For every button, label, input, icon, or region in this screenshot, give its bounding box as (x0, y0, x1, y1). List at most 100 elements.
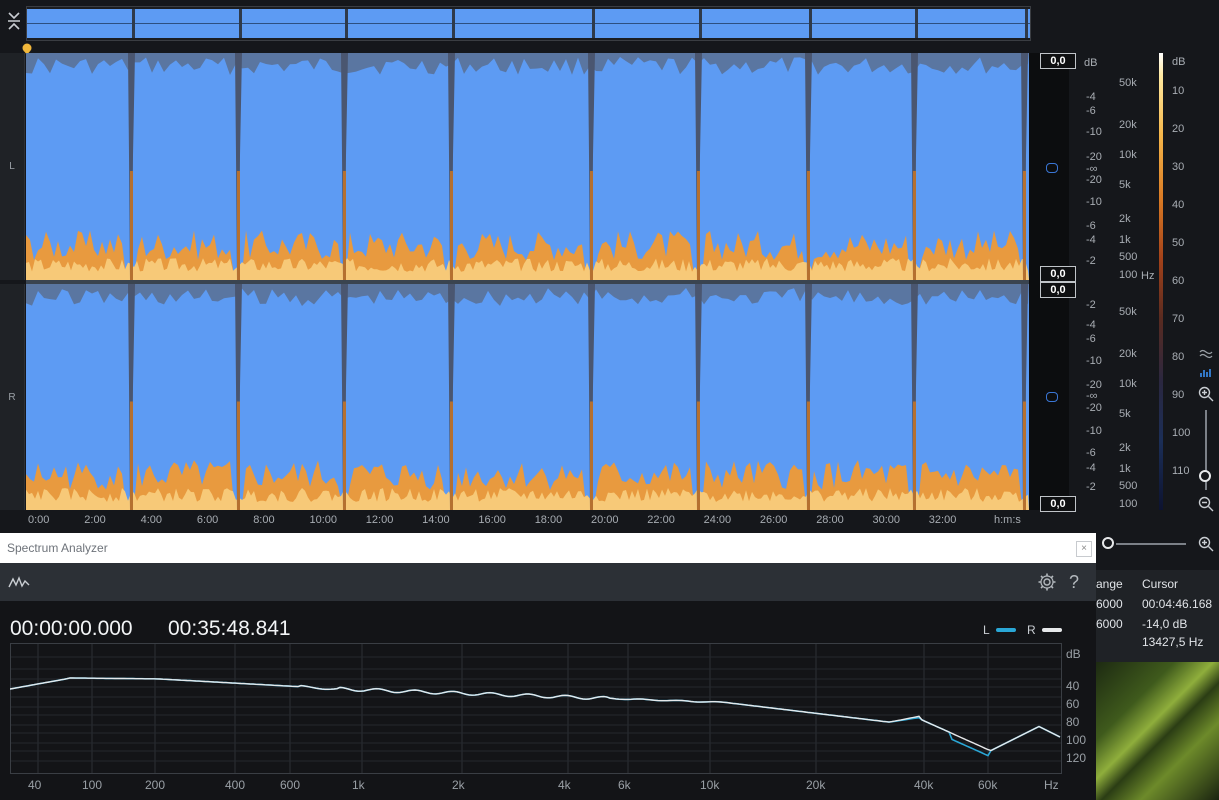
timeline-ruler[interactable]: 0:00 2:00 4:00 6:00 8:00 10:00 12:00 14:00 16:00… (26, 512, 1029, 530)
overview-gap (239, 9, 242, 38)
amp-tick: -10 (1086, 355, 1102, 367)
freq-tick: 50k (1119, 306, 1137, 318)
close-icon[interactable]: × (1076, 541, 1092, 557)
x-tick: Hz (1044, 778, 1059, 792)
freq-unit: Hz (1141, 270, 1155, 282)
x-tick: 2k (452, 778, 465, 792)
freq-tick: 500 (1119, 251, 1138, 263)
amp-tick: -4 (1086, 319, 1096, 331)
amp-tick: -4 (1086, 462, 1096, 474)
range-header: ange (1096, 577, 1123, 591)
spectrum-mode-icon[interactable] (8, 575, 30, 589)
overview-gap (592, 9, 595, 38)
spectrum-analyzer-toolbar: ? (0, 563, 1096, 601)
collapse-icon[interactable] (6, 10, 22, 32)
horizontal-zoom-slider[interactable] (1116, 543, 1186, 545)
colorbar-tick: 60 (1172, 275, 1185, 287)
spectrogram-left-channel[interactable] (26, 53, 1029, 280)
vertical-zoom-handle[interactable] (1199, 470, 1211, 482)
amp-tick: -20 (1086, 151, 1102, 163)
colorbar-tick: 90 (1172, 389, 1185, 401)
colorbar (1159, 53, 1163, 510)
amp-tick: -2 (1086, 299, 1096, 311)
amp-tick: -4 (1086, 234, 1096, 246)
spectrogram-transient-energy (590, 171, 593, 280)
colorbar-tick: 10 (1172, 85, 1185, 97)
spectrogram-transient-energy (697, 401, 700, 510)
timeline-tick: 4:00 (140, 514, 163, 526)
timeline-tick: 10:00 (309, 514, 338, 526)
y-tick: 120 (1066, 751, 1087, 765)
amp-tick: -6 (1086, 220, 1096, 232)
freq-tick: 5k (1119, 179, 1131, 191)
overview-waveform[interactable] (26, 6, 1031, 41)
x-tick: 60k (978, 778, 998, 792)
timeline-tick: 12:00 (365, 514, 394, 526)
amp-tick: -10 (1086, 425, 1102, 437)
timeline-tick: 24:00 (703, 514, 732, 526)
spectrum-analyzer-titlebar[interactable]: Spectrum Analyzer × (0, 533, 1096, 563)
db-readout-right-top: 0,0 (1040, 282, 1076, 298)
overview-gap (915, 9, 918, 38)
info-panel: ange Cursor 6000 6000 00:04:46.168 -14,0… (1096, 570, 1219, 662)
background-photo (1096, 662, 1219, 800)
range-value-2: 6000 (1096, 617, 1123, 631)
spectrogram-right-channel[interactable] (26, 284, 1029, 510)
horizontal-zoom-in-icon[interactable] (1198, 536, 1214, 552)
timeline-tick: 22:00 (647, 514, 675, 526)
freq-tick: 1k (1119, 463, 1131, 475)
amp-tick: -20 (1086, 402, 1102, 414)
amp-tick: -6 (1086, 105, 1096, 117)
spectrogram-top-fringe (26, 284, 1029, 306)
amp-tick: -∞ (1086, 390, 1098, 402)
colorbar-tick: 20 (1172, 123, 1185, 135)
timeline-tick: 16:00 (478, 514, 506, 526)
amp-tick: -4 (1086, 91, 1096, 103)
plot-border (10, 643, 1062, 774)
spectrum-curve-left (9, 677, 1061, 757)
spectrum-curve-right (9, 677, 1061, 752)
freq-tick: 100 (1119, 269, 1138, 281)
spectrogram-transient-energy (590, 401, 593, 510)
db-readout-right-bottom: 0,0 (1040, 496, 1076, 512)
spectrogram-view-icon[interactable] (1199, 366, 1213, 378)
cursor-hz: 13427,5 Hz (1142, 635, 1204, 649)
analysis-start-time: 00:00:00.000 (10, 617, 133, 640)
legend-r-swatch (1042, 628, 1062, 632)
zoom-out-icon[interactable] (1198, 496, 1214, 512)
timeline-tick: 8:00 (253, 514, 275, 526)
colorbar-tick: 110 (1172, 465, 1190, 477)
channel-label-left: L (0, 53, 25, 280)
help-icon[interactable]: ? (1069, 572, 1083, 592)
legend-r-label: R (1027, 623, 1036, 637)
meter-handle-right[interactable] (1046, 392, 1058, 402)
waveform-view-icon[interactable] (1199, 347, 1213, 359)
spectrum-plot[interactable] (9, 643, 1062, 774)
range-value-1: 6000 (1096, 597, 1123, 611)
colorbar-tick: 100 (1172, 427, 1191, 439)
amplitude-scale: dB -4 -6 -10 -20 -∞ -20 -10 -6 -4 -2 -2 -4 -6 -10 -20… (1078, 53, 1116, 510)
meter-handle-left[interactable] (1046, 163, 1058, 173)
spectrogram-top-fringe (26, 53, 1029, 75)
x-tick: 4k (558, 778, 571, 792)
x-tick: 10k (700, 778, 720, 792)
x-tick: 200 (145, 778, 166, 792)
spectrogram-transient-energy (807, 171, 810, 280)
settings-gear-icon[interactable] (1037, 572, 1057, 592)
spectrogram-transient-energy (130, 401, 133, 510)
spectrogram-transient-energy (913, 171, 916, 280)
overview-gap (132, 9, 135, 38)
x-tick: 40 (28, 778, 42, 792)
amp-tick: -20 (1086, 174, 1102, 186)
amp-tick: -6 (1086, 333, 1096, 345)
spectrogram-transient-energy (450, 401, 453, 510)
spectrogram-transient-energy (697, 171, 700, 280)
horizontal-zoom-handle[interactable] (1102, 537, 1114, 549)
zoom-in-icon[interactable] (1198, 386, 1214, 402)
spectrogram-transient-energy (130, 171, 133, 280)
spectrum-x-axis: 40 100 200 400 600 1k 2k 4k 6k 10k 20k 40k 60k Hz (10, 778, 1070, 794)
spectrogram-transient-energy (913, 401, 916, 510)
freq-tick: 20k (1119, 119, 1137, 131)
freq-tick: 5k (1119, 408, 1131, 420)
cursor-header: Cursor (1142, 577, 1179, 591)
